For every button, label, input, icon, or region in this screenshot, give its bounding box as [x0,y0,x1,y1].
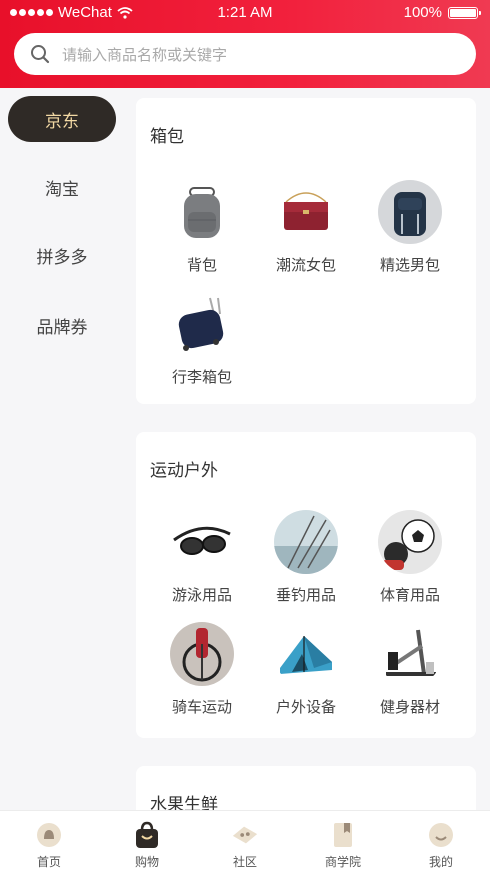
product-label: 垂钓用品 [275,586,336,604]
tab-shopping[interactable]: 购物 [98,811,196,876]
header: WeChat 1:21 AM 100% 请输入商品名称或关键字 [0,0,490,88]
tab-community[interactable]: 社区 [196,811,294,876]
product-label: 户外设备 [275,698,336,716]
category-card-bags: 箱包 背包 潮流女包 精选男包 行李箱包 [136,98,476,404]
tab-label: 首页 [36,855,61,869]
shopping-bag-icon [133,821,161,849]
product-backpack[interactable]: 背包 [150,180,254,275]
sidebar-item-taobao[interactable]: 淘宝 [8,164,116,210]
bicycle-icon [170,622,234,686]
search-input[interactable]: 请输入商品名称或关键字 [14,33,476,75]
tab-label: 我的 [428,855,453,869]
status-bar: WeChat 1:21 AM 100% [0,0,490,26]
product-label: 行李箱包 [171,368,232,386]
sidebar-item-brand-coupon[interactable]: 品牌券 [8,302,116,348]
fitness-machine-icon [378,622,442,686]
battery-icon [448,6,481,19]
bottom-tab-bar: 首页 购物 社区 商学院 我的 [0,810,490,876]
home-icon [35,821,63,849]
section-title: 运动户外 [150,461,218,481]
product-label: 游泳用品 [171,586,232,604]
category-sidebar: 京东 淘宝 拼多多 品牌券 [0,88,124,810]
product-label: 潮流女包 [275,256,336,274]
tab-business-school[interactable]: 商学院 [294,811,392,876]
sidebar-item-pinduoduo[interactable]: 拼多多 [8,232,116,278]
section-title: 水果生鲜 [150,795,218,810]
profile-icon [427,821,455,849]
product-label: 骑车运动 [171,698,232,716]
category-card-sports: 运动户外 游泳用品 垂钓用品 体育用品 骑车运动 户外设备 健身器材 [136,432,476,738]
handbag-icon [274,180,338,244]
product-label: 健身器材 [379,698,440,716]
product-outdoor-gear[interactable]: 户外设备 [254,622,358,717]
category-content: 箱包 背包 潮流女包 精选男包 行李箱包 运动户外 游泳用品 垂钓用品 体育用品… [124,88,490,810]
battery-percent: 100% [403,4,442,21]
soccer-ball-icon [378,510,442,574]
book-icon [329,821,357,849]
community-icon [231,821,259,849]
search-icon [31,45,50,64]
mens-bag-icon [378,180,442,244]
tab-profile[interactable]: 我的 [392,811,490,876]
category-card-fresh-fruit: 水果生鲜 [136,766,476,810]
tent-icon [274,622,338,686]
search-placeholder: 请输入商品名称或关键字 [62,45,228,64]
product-fitness[interactable]: 健身器材 [358,622,462,717]
fishing-icon [274,510,338,574]
tab-label: 商学院 [324,855,361,869]
luggage-icon [170,292,234,356]
product-fishing[interactable]: 垂钓用品 [254,510,358,605]
product-label: 体育用品 [379,586,440,604]
sidebar-item-jd[interactable]: 京东 [8,96,116,142]
product-label: 背包 [186,256,217,274]
section-title: 箱包 [150,127,184,147]
tab-home[interactable]: 首页 [0,811,98,876]
product-luggage[interactable]: 行李箱包 [150,292,254,387]
backpack-icon [170,180,234,244]
product-label: 精选男包 [379,256,440,274]
product-sports-goods[interactable]: 体育用品 [358,510,462,605]
swim-goggles-icon [170,510,234,574]
tab-label: 购物 [134,855,159,869]
product-swimming[interactable]: 游泳用品 [150,510,254,605]
product-cycling[interactable]: 骑车运动 [150,622,254,717]
tab-label: 社区 [232,855,257,869]
product-womens-bag[interactable]: 潮流女包 [254,180,358,275]
product-mens-bag[interactable]: 精选男包 [358,180,462,275]
